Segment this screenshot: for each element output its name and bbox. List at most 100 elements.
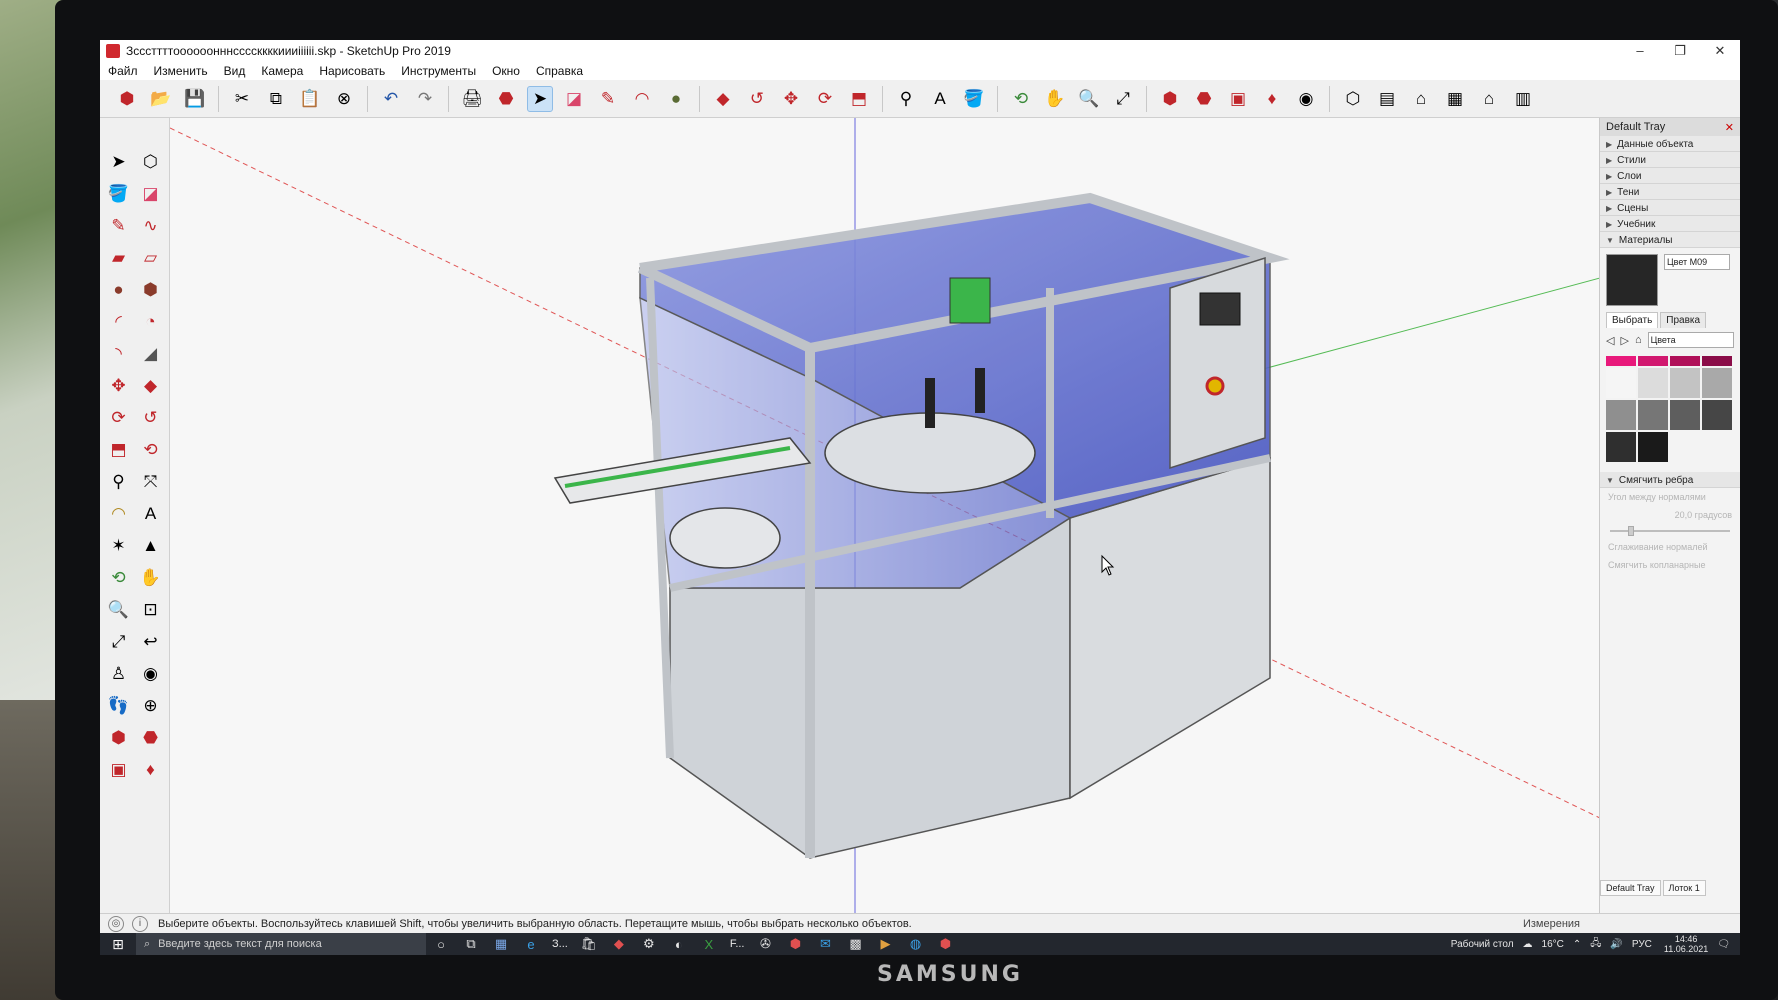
material-swatch[interactable]	[1606, 356, 1636, 366]
dimension-icon[interactable]: ⤧	[137, 468, 165, 496]
app-map-icon[interactable]: ▩	[840, 933, 870, 955]
material-swatch[interactable]	[1638, 368, 1668, 398]
paint-icon[interactable]: 🪣	[961, 86, 987, 112]
edge-icon[interactable]: e	[516, 933, 546, 955]
excel-icon[interactable]: X	[694, 933, 724, 955]
tab-default-tray[interactable]: Default Tray	[1600, 880, 1661, 896]
info-icon[interactable]: i	[132, 915, 148, 932]
material-swatch[interactable]	[1638, 432, 1668, 462]
3dtext-icon[interactable]: ▲	[137, 532, 165, 560]
clock[interactable]: 14:46 11.06.2021	[1664, 934, 1708, 954]
windows-start-icon[interactable]: ⊞	[100, 933, 136, 955]
material-swatch[interactable]	[1638, 356, 1668, 366]
extension-icon[interactable]: ⬣	[137, 724, 165, 752]
push-pull-icon[interactable]: ◆	[137, 372, 165, 400]
orbit-icon[interactable]: ⟲	[105, 564, 133, 592]
material-swatch[interactable]	[1702, 400, 1732, 430]
get-started-icon[interactable]: ⬢	[114, 86, 140, 112]
component-icon[interactable]: ⬡	[137, 148, 165, 176]
copy-icon[interactable]: ⧉	[263, 86, 289, 112]
volume-icon[interactable]: 🔊	[1610, 939, 1622, 950]
save-icon[interactable]: 💾	[182, 86, 208, 112]
arc-icon[interactable]: ◜	[105, 308, 133, 336]
eraser-icon[interactable]: ◪	[561, 86, 587, 112]
notification-icon[interactable]: 🗨	[1717, 939, 1730, 950]
soften-coplanar-checkbox[interactable]: Смягчить копланарные	[1600, 556, 1740, 574]
arc-icon[interactable]: ◠	[629, 86, 655, 112]
text-icon[interactable]: A	[137, 500, 165, 528]
maximize-button[interactable]: ❐	[1660, 43, 1700, 59]
material-swatch[interactable]	[1702, 356, 1732, 366]
rectangle-icon[interactable]: ▰	[105, 244, 133, 272]
material-swatch[interactable]	[1670, 356, 1700, 366]
move-icon[interactable]: ✥	[105, 372, 133, 400]
open-icon[interactable]: 📂	[148, 86, 174, 112]
soften-angle-slider[interactable]	[1610, 526, 1730, 536]
polygon-icon[interactable]: ⬢	[137, 276, 165, 304]
sketchup-task-icon[interactable]: ⬢	[930, 933, 960, 955]
store-icon[interactable]: 🛍	[574, 933, 604, 955]
home-icon[interactable]: ⌂	[1635, 334, 1642, 346]
smooth-normals-checkbox[interactable]: Сглаживание нормалей	[1600, 538, 1740, 556]
undo-icon[interactable]: ↶	[378, 86, 404, 112]
protractor-icon[interactable]: ◠	[105, 500, 133, 528]
position-camera-icon[interactable]: ♙	[105, 660, 133, 688]
follow-me-icon[interactable]: ↺	[744, 86, 770, 112]
erase-icon[interactable]: ⊗	[331, 86, 357, 112]
tray-section-entity-info[interactable]: ▶ Данные объекта	[1600, 136, 1740, 152]
close-button[interactable]: ✕	[1700, 43, 1740, 59]
warehouse-icon[interactable]: ⬢	[105, 724, 133, 752]
tray-section-scenes[interactable]: ▶ Сцены	[1600, 200, 1740, 216]
account-icon[interactable]: ◉	[1293, 86, 1319, 112]
app-video-icon[interactable]: ▶	[870, 933, 900, 955]
menu-tools[interactable]: Инструменты	[393, 62, 484, 80]
arc3-icon[interactable]: ◝	[105, 340, 133, 368]
axes-icon[interactable]: ✶	[105, 532, 133, 560]
cortana-icon[interactable]: ○	[426, 933, 456, 955]
offset2-icon[interactable]: ⟲	[137, 436, 165, 464]
model-info-icon[interactable]: ⬣	[493, 86, 519, 112]
walk-icon[interactable]: 👣	[105, 692, 133, 720]
tab-tray-1[interactable]: Лоток 1	[1662, 880, 1706, 896]
tray-section-soften-edges[interactable]: ▼ Смягчить ребра	[1600, 472, 1740, 488]
tray-section-styles[interactable]: ▶ Стили	[1600, 152, 1740, 168]
orbit-icon[interactable]: ⟲	[1008, 86, 1034, 112]
move-icon[interactable]: ✥	[778, 86, 804, 112]
zoom-extents-icon[interactable]: ⤢	[105, 628, 133, 656]
app-red-icon[interactable]: ◆	[604, 933, 634, 955]
menu-file[interactable]: Файл	[100, 62, 146, 80]
top-icon[interactable]: ▤	[1374, 86, 1400, 112]
app-steam-icon[interactable]: ◐	[664, 933, 694, 955]
select-icon[interactable]: ➤	[105, 148, 133, 176]
tray-section-materials[interactable]: ▼ Материалы	[1600, 232, 1740, 248]
print-icon[interactable]: 🖨	[459, 86, 485, 112]
right-icon[interactable]: ▦	[1442, 86, 1468, 112]
app-blue-icon[interactable]: ◍	[900, 933, 930, 955]
taskbar-search[interactable]: ⌕ Введите здесь текст для поиска	[136, 933, 426, 955]
iso-icon[interactable]: ⬡	[1340, 86, 1366, 112]
material-swatch[interactable]	[1606, 432, 1636, 462]
slider-handle[interactable]	[1628, 526, 1634, 536]
tab-edit[interactable]: Правка	[1660, 312, 1707, 328]
zoom-icon[interactable]: 🔍	[105, 596, 133, 624]
eraser-icon[interactable]: ◪	[137, 180, 165, 208]
text-icon[interactable]: A	[927, 86, 953, 112]
app-gear-icon[interactable]: ⚙	[634, 933, 664, 955]
cut-icon[interactable]: ✂	[229, 86, 255, 112]
app-tool-icon[interactable]: ✇	[750, 933, 780, 955]
tray-close-icon[interactable]: ✕	[1725, 121, 1734, 134]
material-swatch[interactable]	[1606, 400, 1636, 430]
tape-icon[interactable]: ⚲	[105, 468, 133, 496]
taskbar-app-sketchup-file[interactable]: З...	[546, 933, 574, 955]
forward-arrow-icon[interactable]: ▷	[1620, 334, 1628, 347]
look-around-icon[interactable]: ◉	[137, 660, 165, 688]
menu-camera[interactable]: Камера	[253, 62, 311, 80]
material-swatch[interactable]	[1670, 368, 1700, 398]
extension-icon[interactable]: ⬣	[1191, 86, 1217, 112]
material-library-select[interactable]: Цвета	[1647, 332, 1734, 348]
pan-icon[interactable]: ✋	[1042, 86, 1068, 112]
material-name-field[interactable]: Цвет M09	[1664, 254, 1730, 270]
zoom-icon[interactable]: 🔍	[1076, 86, 1102, 112]
push-pull-icon[interactable]: ◆	[710, 86, 736, 112]
minimize-button[interactable]: –	[1620, 43, 1660, 59]
